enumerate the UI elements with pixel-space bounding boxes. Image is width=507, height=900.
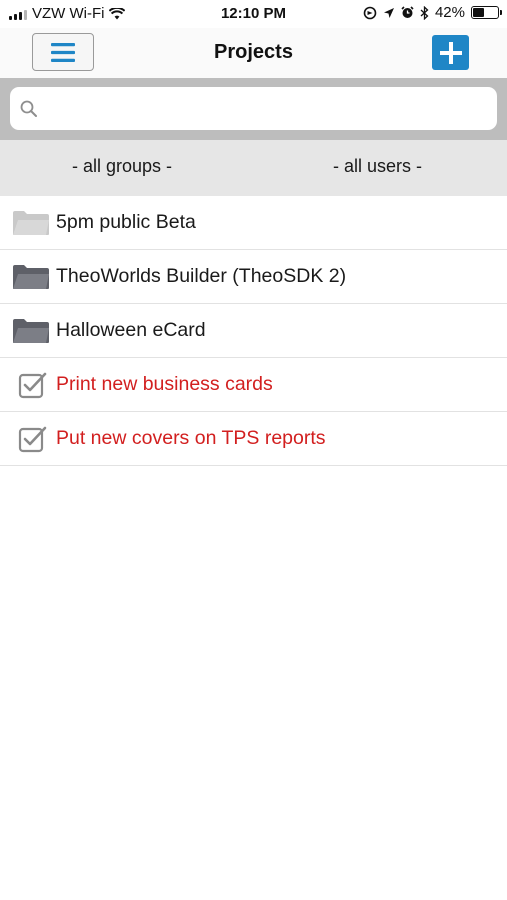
folder-icon	[0, 318, 56, 344]
list-item[interactable]: TheoWorlds Builder (TheoSDK 2)	[0, 250, 507, 304]
checkbox-icon	[0, 371, 56, 399]
folder-icon	[0, 210, 56, 236]
location-lock-icon	[363, 6, 377, 19]
battery-percent: 42%	[434, 4, 465, 21]
list-item-label: Put new covers on TPS reports	[56, 427, 326, 449]
location-arrow-icon	[383, 7, 394, 18]
list-item-label: Halloween eCard	[56, 319, 206, 341]
filter-bar: - all groups - - all users -	[0, 140, 507, 196]
bluetooth-icon	[420, 5, 429, 20]
plus-icon	[439, 41, 462, 64]
search-box[interactable]	[10, 87, 497, 130]
project-list: 5pm public Beta TheoWorlds Builder (Theo…	[0, 196, 507, 466]
search-input[interactable]	[45, 87, 497, 130]
user-filter[interactable]: - all users -	[333, 156, 422, 177]
list-item-label: TheoWorlds Builder (TheoSDK 2)	[56, 265, 347, 287]
checkbox-icon	[0, 425, 56, 453]
list-item[interactable]: Put new covers on TPS reports	[0, 412, 507, 466]
folder-icon	[0, 264, 56, 290]
alarm-icon	[401, 6, 414, 18]
list-item-label: Print new business cards	[56, 373, 273, 395]
list-item[interactable]: Print new business cards	[0, 358, 507, 412]
list-item[interactable]: 5pm public Beta	[0, 196, 507, 250]
page-title: Projects	[214, 41, 293, 63]
group-filter[interactable]: - all groups -	[72, 156, 172, 177]
nav-bar: Projects	[0, 28, 507, 78]
add-project-button[interactable]	[432, 35, 469, 70]
status-right: 42%	[363, 4, 502, 21]
list-item-label: 5pm public Beta	[56, 211, 196, 233]
search-area	[0, 78, 507, 140]
battery-level	[473, 8, 484, 17]
search-icon	[20, 100, 37, 117]
list-item[interactable]: Halloween eCard	[0, 304, 507, 358]
battery-icon	[471, 6, 502, 19]
status-bar: VZW Wi-Fi 12:10 PM 42%	[0, 0, 507, 28]
